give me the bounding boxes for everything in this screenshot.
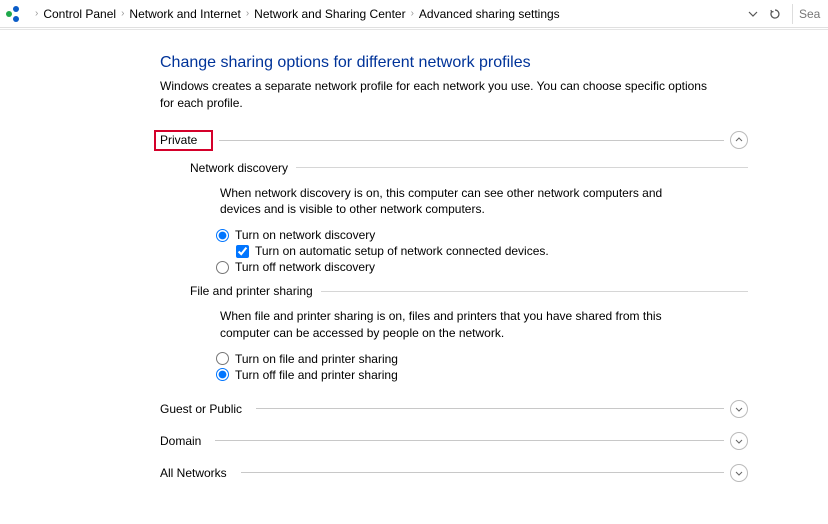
separator-line [321,291,748,292]
profile-label: Domain [160,434,209,448]
chevron-right-icon: › [35,8,38,19]
chevron-down-icon[interactable] [730,400,748,418]
network-icon [6,6,24,22]
breadcrumb-item[interactable]: Network and Sharing Center [254,7,405,21]
breadcrumb-item[interactable]: Control Panel [43,7,116,21]
profile-label: Guest or Public [160,402,250,416]
option-label: Turn off network discovery [235,260,375,274]
page-description: Windows creates a separate network profi… [160,78,720,112]
chevron-up-icon[interactable] [730,131,748,149]
address-bar: › Control Panel › Network and Internet ›… [0,0,828,28]
separator-line [256,408,724,409]
checkbox-nd-auto[interactable] [236,245,249,258]
chevron-down-icon[interactable] [730,432,748,450]
page-title: Change sharing options for different net… [160,54,748,72]
chevron-right-icon: › [246,8,249,19]
profile-label: Private [160,133,205,147]
breadcrumb-item[interactable]: Advanced sharing settings [419,7,560,21]
option-label: Turn on automatic setup of network conne… [255,244,549,258]
separator-line [296,167,748,168]
profile-all-header[interactable]: All Networks [160,464,748,482]
private-label-highlight: Private [154,130,213,151]
chevron-right-icon: › [121,8,124,19]
option-label: Turn on file and printer sharing [235,352,398,366]
file-printer-section: File and printer sharing When file and p… [190,284,748,382]
profile-private-header[interactable]: Private [160,130,748,151]
search-input[interactable]: Sea [792,4,822,24]
separator-line [241,472,724,473]
breadcrumb-item[interactable]: Network and Internet [129,7,240,21]
radio-nd-on[interactable] [216,229,229,242]
radio-fp-on[interactable] [216,352,229,365]
section-description: When file and printer sharing is on, fil… [220,308,700,342]
chevron-down-icon[interactable] [730,464,748,482]
network-discovery-section: Network discovery When network discovery… [190,161,748,275]
profile-domain-header[interactable]: Domain [160,432,748,450]
option-label: Turn on network discovery [235,228,375,242]
profile-guest-header[interactable]: Guest or Public [160,400,748,418]
refresh-button[interactable] [766,5,784,23]
separator-line [215,440,724,441]
chevron-right-icon: › [411,8,414,19]
option-label: Turn off file and printer sharing [235,368,398,382]
section-title: File and printer sharing [190,284,321,298]
section-title: Network discovery [190,161,296,175]
dropdown-button[interactable] [744,5,762,23]
separator-line [219,140,724,141]
section-description: When network discovery is on, this compu… [220,185,700,219]
profile-label: All Networks [160,466,235,480]
main-content: Change sharing options for different net… [0,30,828,482]
radio-nd-off[interactable] [216,261,229,274]
radio-fp-off[interactable] [216,368,229,381]
